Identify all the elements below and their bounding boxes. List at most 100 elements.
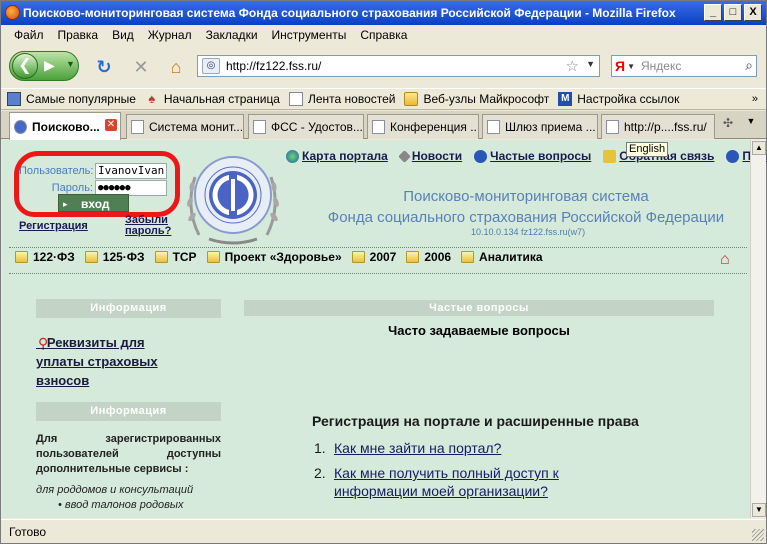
bookmarks-toolbar: Самые популярные ♠ Начальная страница Лен… (1, 88, 766, 110)
address-bar[interactable]: ◎ http://fz122.fss.ru/ ☆ ▼ (197, 55, 600, 77)
faq-question-link[interactable]: Как мне получить полный доступ к информац… (334, 464, 624, 500)
menu-tools[interactable]: Инструменты (265, 28, 354, 42)
home-icon[interactable]: ⌂ (165, 56, 187, 78)
firefox-icon (5, 5, 20, 20)
vertical-scrollbar[interactable]: ▲ ▼ (750, 140, 766, 518)
faq-header: Частые вопросы (244, 300, 714, 316)
menu-history[interactable]: Журнал (141, 28, 199, 42)
back-arrow-icon[interactable]: ❮ (12, 53, 38, 79)
tab-item[interactable]: ФСС - Удостов... (248, 114, 364, 139)
tab-close-icon[interactable]: ✕ (105, 119, 117, 131)
menu-view[interactable]: Вид (105, 28, 141, 42)
username-field[interactable]: IvanovIvan (95, 163, 167, 179)
top-links: Карта портала Новости Частые вопросы Обр… (286, 149, 767, 163)
bookmark-hat-icon: ♠ (148, 91, 156, 106)
minimize-button[interactable]: _ (704, 4, 722, 21)
url-dropdown-icon[interactable]: ▼ (586, 59, 595, 69)
resize-grip-icon[interactable] (752, 529, 764, 541)
home-page-icon[interactable]: ⌂ (720, 251, 730, 269)
menu-bookmarks[interactable]: Закладки (199, 28, 265, 42)
faq-item: 1. Как мне зайти на портал? (314, 439, 501, 457)
faq-question-link[interactable]: Как мне зайти на портал? (334, 439, 614, 457)
chevron-more-icon[interactable]: » (752, 93, 758, 105)
bookmark-news[interactable]: Лента новостей (288, 92, 395, 106)
menu-bar: Файл Правка Вид Журнал Закладки Инструме… (1, 25, 766, 45)
menu-help[interactable]: Справка (353, 28, 414, 42)
menu-file[interactable]: Файл (7, 28, 51, 42)
portal-title: Поисково-мониторинговая система Фонда соц… (327, 188, 725, 226)
bookmark-ms-sites[interactable]: Веб-узлы Майкрософт (404, 92, 549, 106)
nav-tsr[interactable]: ТСР (154, 250, 197, 264)
maximize-button[interactable]: □ (724, 4, 742, 21)
folder-icon (154, 251, 168, 263)
search-box[interactable]: Я ▼ Яндекс ⌕ (611, 55, 757, 77)
yandex-icon[interactable]: Я (615, 58, 625, 74)
site-identity-icon[interactable]: ◎ (202, 58, 220, 74)
nav-2007[interactable]: 2007 (351, 250, 396, 264)
folder-icon (351, 251, 365, 263)
nav-2006[interactable]: 2006 (406, 250, 451, 264)
nav-122fz[interactable]: 122·ФЗ (15, 250, 75, 264)
stop-icon[interactable]: ✕ (130, 56, 152, 78)
password-label: Пароль: (51, 182, 93, 194)
folder-icon (206, 251, 220, 263)
sitemap-link[interactable]: Карта портала (286, 149, 388, 163)
close-button[interactable]: X (744, 4, 762, 21)
bookmark-home[interactable]: ♠ Начальная страница (145, 91, 280, 107)
tab-item[interactable]: Шлюз приема ... (482, 114, 598, 139)
scroll-up-icon[interactable]: ▲ (752, 141, 766, 155)
bookmark-star-icon[interactable]: ☆ (566, 57, 579, 75)
tab-list-icon[interactable]: ▼ (742, 116, 760, 136)
services-text: Для зарегистрированных пользователей дос… (36, 433, 221, 475)
login-button[interactable]: вход (58, 194, 129, 213)
status-bar: Готово (1, 519, 766, 543)
navigation-toolbar: ❮ ▶ ▼ ↻ ✕ ⌂ ◎ http://fz122.fss.ru/ ☆ ▼ Я… (1, 46, 766, 86)
coupons-text: • ввод талонов родовых (58, 499, 184, 511)
page-icon (487, 120, 500, 134)
bookmark-customize[interactable]: M Настройка ссылок (558, 92, 679, 106)
forgot-password-link[interactable]: Забыли пароль? (125, 215, 171, 237)
language-tooltip: English (626, 142, 669, 157)
bookmark-page-icon (7, 92, 21, 106)
tab-item[interactable]: Система монит... (126, 114, 244, 139)
reload-icon[interactable]: ↻ (93, 56, 115, 78)
menu-edit[interactable]: Правка (51, 28, 106, 42)
back-forward-group: ❮ ▶ ▼ (9, 51, 79, 81)
history-dropdown-icon[interactable]: ▼ (66, 59, 75, 69)
register-link[interactable]: Регистрация (19, 220, 88, 232)
news-icon (397, 149, 411, 163)
faq-section-title: Регистрация на портале и расширенные пра… (312, 413, 639, 429)
search-placeholder[interactable]: Яндекс (641, 59, 681, 73)
nav-analytics[interactable]: Аналитика (461, 250, 543, 264)
faq-link[interactable]: Частые вопросы (474, 149, 591, 163)
browser-window: Поисково-мониторинговая система Фонда со… (0, 0, 767, 544)
nav-zdorovie[interactable]: Проект «Здоровье» (206, 250, 342, 264)
folder-icon (15, 251, 28, 263)
tab-item[interactable]: Конференция ... (367, 114, 479, 139)
forward-arrow-icon[interactable]: ▶ (44, 57, 55, 74)
tab-active[interactable]: Поисково... ✕ (9, 112, 121, 140)
tab-bar: Поисково... ✕ Система монит... ФСС - Удо… (1, 111, 766, 140)
msn-icon: M (558, 92, 573, 106)
scroll-down-icon[interactable]: ▼ (752, 503, 766, 517)
title-bar: Поисково-мониторинговая система Фонда со… (1, 1, 766, 25)
requisites-link[interactable]: Реквизиты для уплаты страховых взносов (36, 333, 186, 390)
faq-title: Часто задаваемые вопросы (388, 323, 570, 338)
section-nav: 122·ФЗ 125·ФЗ ТСР Проект «Здоровье» 2007… (15, 250, 543, 264)
nav-125fz[interactable]: 125·ФЗ (84, 250, 145, 264)
folder-icon (84, 251, 98, 263)
globe-icon (286, 149, 299, 163)
url-text[interactable]: http://fz122.fss.ru/ (226, 59, 321, 73)
news-link[interactable]: Новости (397, 149, 462, 163)
folder-icon (406, 251, 420, 263)
new-tab-icon[interactable]: ✣ (718, 116, 738, 136)
folder-icon (404, 92, 419, 106)
info-icon (474, 149, 488, 163)
tab-item[interactable]: http://p....fss.ru/ (601, 114, 715, 139)
maternity-text: для роддомов и консультаций (36, 484, 194, 496)
page-icon (606, 120, 619, 134)
engine-dropdown-icon[interactable]: ▼ (627, 62, 635, 71)
tab-favicon-icon (14, 119, 27, 134)
search-icon[interactable]: ⌕ (745, 57, 753, 74)
bookmark-most-visited[interactable]: Самые популярные (7, 92, 136, 106)
